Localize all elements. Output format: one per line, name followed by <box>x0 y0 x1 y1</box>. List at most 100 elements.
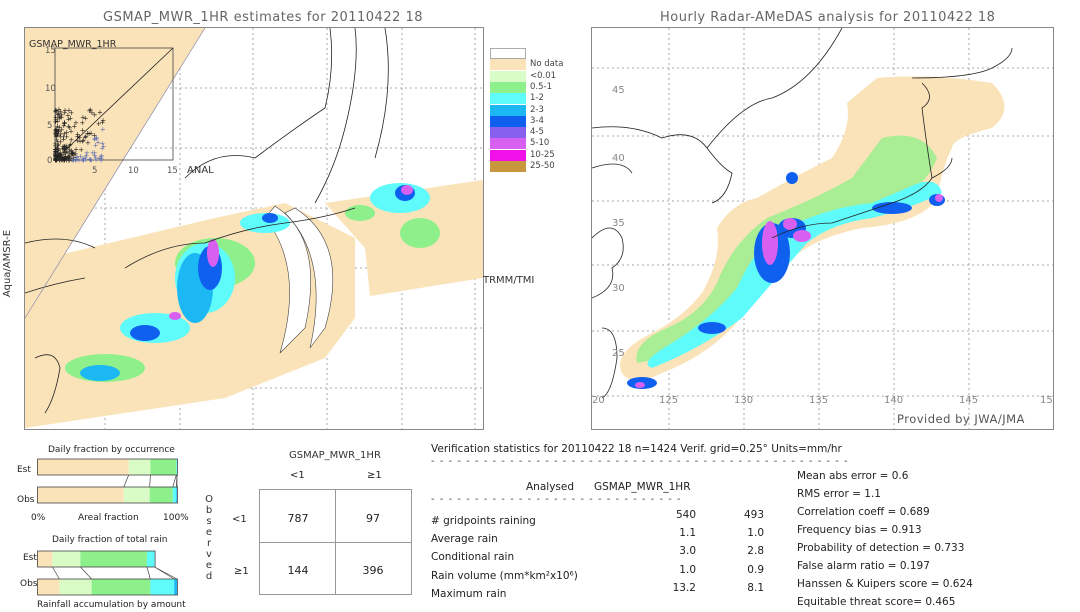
occurrence-bars <box>37 458 178 504</box>
lat-tick: 35 <box>612 218 625 229</box>
observed-letter: v <box>206 549 212 560</box>
lon-tick: 135 <box>809 395 829 406</box>
legend-label: 0.5-1 <box>530 81 552 92</box>
scatter-point: + <box>74 153 80 161</box>
stats-row-label: Conditional rain <box>431 551 515 564</box>
right-panel-title: Hourly Radar-AMeDAS analysis for 2011042… <box>660 10 996 25</box>
scatter-point: + <box>86 107 92 115</box>
bar-segment-obs <box>91 579 151 595</box>
occurrence-obs-label: Obs <box>17 495 35 505</box>
scatter-point: + <box>97 109 103 117</box>
inset-ytick: 0 <box>47 156 52 166</box>
bar-connector <box>80 566 92 580</box>
cell-obs-ge1-est-lt1: 144 <box>287 564 309 577</box>
contingency-col-label: <1 <box>290 470 305 481</box>
inset-xtick: 15 <box>167 166 178 176</box>
legend-label: <0.01 <box>530 70 557 81</box>
stats-analysed-value: 13.2 <box>672 581 696 594</box>
grid-divider <box>260 542 411 543</box>
lat-tick: 45 <box>612 85 625 96</box>
bar-segment-obs <box>174 579 177 595</box>
observed-letter: b <box>205 505 213 516</box>
stats-row: Maximum rain 13.2 8.1 <box>431 582 776 601</box>
legend-swatch <box>490 70 526 82</box>
bar-segment-obs <box>176 487 177 503</box>
observed-letter: e <box>205 560 213 571</box>
left-map: GSMAP_MWR_1HR + + + + + + + + + + + + + + + + + + + + + + + + + +… <box>24 27 484 430</box>
inset-ytick: 5 <box>47 121 52 131</box>
bar-connector <box>146 566 151 580</box>
score-item: Probability of detection = 0.733 <box>797 542 965 554</box>
observed-side-label: Observed <box>204 494 214 582</box>
lon-tick: 130 <box>734 395 754 406</box>
scatter-point: + <box>99 139 105 147</box>
bar-segment-obs <box>123 487 150 503</box>
contingency-grid: 787 97 144 396 <box>259 489 412 595</box>
contingency-row-label: <1 <box>232 514 247 525</box>
bar-connector <box>52 566 60 580</box>
score-item: RMS error = 1.1 <box>797 488 881 500</box>
contingency-header: GSMAP_MWR_1HR <box>289 450 381 461</box>
stats-header: Verification statistics for 20110422 18 … <box>431 443 842 455</box>
stats-row: Rain volume (mm*km²x10⁶) 1.0 0.9 <box>431 564 776 583</box>
scatter-point: + <box>57 133 63 141</box>
scatter-point: + <box>100 125 106 133</box>
scatter-point: + <box>53 142 59 150</box>
scatter-point: + <box>98 156 104 164</box>
data-credit: Provided by JWA/JMA <box>897 412 1025 426</box>
scatter-point: + <box>56 114 62 122</box>
stats-row: Average rain 1.1 1.0 <box>431 527 776 546</box>
score-item: Hanssen & Kuipers score = 0.624 <box>797 578 973 590</box>
stats-col-est: GSMAP_MWR_1HR <box>594 481 691 493</box>
stats-analysed-value: 540 <box>675 509 696 521</box>
bar-segment-obs <box>37 579 60 595</box>
bar-segment-est <box>52 551 81 567</box>
legend-swatch <box>490 138 526 150</box>
scatter-point: + <box>100 117 106 125</box>
stats-header-divider: - - - - - - - - - - - - - - - - - - - - … <box>431 456 851 467</box>
inset-xlabel: ANAL <box>187 165 214 176</box>
occurrence-title: Daily fraction by occurrence <box>48 445 175 455</box>
sensor-label-left: Aqua/AMSR-E <box>2 229 14 298</box>
scatter-point: + <box>91 136 97 144</box>
scatter-point: + <box>67 153 73 161</box>
legend-label: No data <box>530 59 564 70</box>
stats-row-label: # gridpoints raining <box>431 515 536 527</box>
inset-scatter: ++++++++ ++++++++++ +++++++++ ++++++++ +++++… <box>45 46 178 176</box>
legend-label: 5-10 <box>530 138 550 149</box>
right-map-canvas <box>592 28 1053 429</box>
cell-obs-ge1-est-ge1: 396 <box>362 564 384 577</box>
lon-tick: 15 <box>1040 395 1053 406</box>
score-item: Equitable threat score= 0.465 <box>797 596 956 608</box>
score-item: Frequency bias = 0.913 <box>797 524 922 536</box>
stats-row-label: Rain volume (mm*km²x10⁶) <box>431 569 578 582</box>
observed-letter: O <box>205 494 213 505</box>
bar-segment-obs <box>149 487 173 503</box>
stats-analysed-value: 1.1 <box>679 527 696 540</box>
inset-xtick: 10 <box>128 166 139 176</box>
occurrence-axis-left: 0% <box>31 513 46 523</box>
scatter-point: + <box>85 129 91 137</box>
observed-letter: d <box>205 571 213 582</box>
sensor-label-right: TRMM/TMI <box>483 275 535 286</box>
observed-letter: s <box>206 516 212 527</box>
bar-segment-est <box>128 459 151 475</box>
inset-ytick: 10 <box>45 84 56 94</box>
left-panel-title: GSMAP_MWR_1HR estimates for 20110422 18 <box>103 10 424 25</box>
score-item: Correlation coeff = 0.689 <box>797 506 930 518</box>
bar-segment-est <box>37 551 53 567</box>
lat-tick: 25 <box>612 348 625 359</box>
bar-segment-est <box>176 459 177 475</box>
stats-est-value: 8.1 <box>747 581 764 594</box>
total-rain-obs-label: Obs <box>20 579 38 589</box>
total-rain-est-label: Est <box>23 553 37 563</box>
total-rain-bars <box>37 550 178 596</box>
stats-row: Conditional rain 3.0 2.8 <box>431 545 776 564</box>
legend-swatch <box>490 93 526 105</box>
bar-segment-est <box>80 551 147 567</box>
legend-label: 1-2 <box>530 93 544 104</box>
lon-tick: 20 <box>592 395 605 406</box>
lon-tick: 145 <box>959 395 979 406</box>
legend-label: 4-5 <box>530 127 544 138</box>
scatter-point: + <box>56 106 62 114</box>
